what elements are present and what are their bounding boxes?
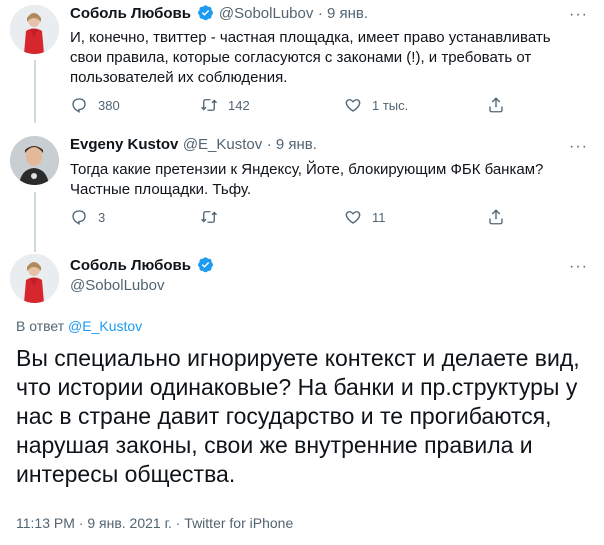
reply-button[interactable]: 3	[70, 208, 105, 226]
avatar-image	[10, 254, 59, 303]
like-button[interactable]: 1 тыс.	[344, 96, 408, 114]
reply-prefix: В ответ	[16, 318, 65, 334]
source-link[interactable]: Twitter for iPhone	[184, 515, 293, 531]
retweet-icon	[201, 99, 217, 111]
thread-line	[34, 192, 36, 252]
more-icon[interactable]: ···	[569, 7, 588, 23]
verified-badge-icon	[198, 5, 214, 21]
avatar-sobol[interactable]	[10, 254, 59, 303]
text-line: интересы общества.	[16, 461, 236, 487]
reply-to-link[interactable]: @E_Kustov	[68, 318, 142, 334]
retweet-button[interactable]	[200, 208, 228, 226]
reply-to-line: В ответ @E_Kustov	[16, 318, 142, 334]
text-line: нарушая законы, свои же внутренние прави…	[16, 432, 533, 458]
share-icon	[489, 97, 503, 113]
author-name[interactable]: Соболь Любовь	[70, 5, 191, 22]
reply-button[interactable]: 380	[70, 96, 120, 114]
text-line: И, конечно, твиттер - частная площадка, …	[70, 29, 551, 46]
retweet-button[interactable]: 142	[200, 96, 250, 114]
avatar-kustov[interactable]	[10, 136, 59, 185]
author-name[interactable]: Соболь Любовь	[70, 257, 191, 274]
more-icon[interactable]: ···	[569, 259, 588, 275]
reply-count: 3	[98, 209, 106, 225]
tweet-2-header: Evgeny Kustov @E_Kustov · 9 янв.	[70, 136, 317, 154]
tweet-1-text: И, конечно, твиттер - частная площадка, …	[70, 28, 590, 88]
avatar-image	[10, 136, 59, 185]
author-name[interactable]: Evgeny Kustov	[70, 136, 178, 153]
reply-icon	[72, 98, 86, 113]
like-button[interactable]: 11	[344, 208, 386, 226]
more-icon[interactable]: ···	[569, 139, 588, 155]
heart-icon	[345, 99, 361, 112]
main-tweet-header: Соболь Любовь	[70, 256, 214, 275]
verified-badge-icon	[198, 257, 214, 273]
text-line: что истории одинаковые? На банки и пр.ст…	[16, 374, 578, 400]
text-line: Тогда какие претензии к Яндексу, Йоте, б…	[70, 161, 544, 178]
reply-count: 380	[98, 97, 120, 113]
author-handle[interactable]: @SobolLubov	[70, 277, 164, 294]
tweet-thread: Соболь Любовь @SobolLubov · 9 янв. ··· И…	[0, 0, 604, 545]
author-handle[interactable]: @SobolLubov	[219, 5, 313, 22]
tweet-1-header: Соболь Любовь @SobolLubov · 9 янв.	[70, 4, 368, 23]
tweet-time[interactable]: · 9 янв.	[267, 136, 317, 153]
text-line: Вы специально игнорируете контекст и дел…	[16, 345, 580, 371]
retweet-icon	[201, 211, 217, 223]
thread-line	[34, 60, 36, 123]
avatar-image	[10, 5, 59, 54]
timestamp[interactable]: 11:13 PM · 9 янв. 2021 г. ·	[16, 515, 180, 531]
like-count: 11	[372, 209, 386, 225]
text-line: нас в стране давит государство и те прог…	[16, 403, 552, 429]
retweet-count: 142	[228, 97, 250, 113]
main-tweet-text: Вы специально игнорируете контекст и дел…	[16, 344, 596, 489]
text-line: пользователей их соблюдения.	[70, 69, 288, 86]
avatar-sobol[interactable]	[10, 5, 59, 54]
tweet-2-text: Тогда какие претензии к Яндексу, Йоте, б…	[70, 160, 590, 200]
heart-icon	[345, 211, 361, 224]
share-button[interactable]	[487, 96, 505, 114]
author-handle[interactable]: @E_Kustov	[183, 136, 262, 153]
tweet-metadata: 11:13 PM · 9 янв. 2021 г. · Twitter for …	[16, 515, 293, 531]
text-line: свои правила, которые согласуются с зако…	[70, 49, 532, 66]
share-icon	[489, 209, 503, 225]
share-button[interactable]	[487, 208, 505, 226]
tweet-time[interactable]: · 9 янв.	[318, 5, 368, 22]
reply-icon	[72, 210, 86, 225]
text-line: Частные площадки. Тьфу.	[70, 181, 252, 198]
like-count: 1 тыс.	[372, 97, 409, 113]
